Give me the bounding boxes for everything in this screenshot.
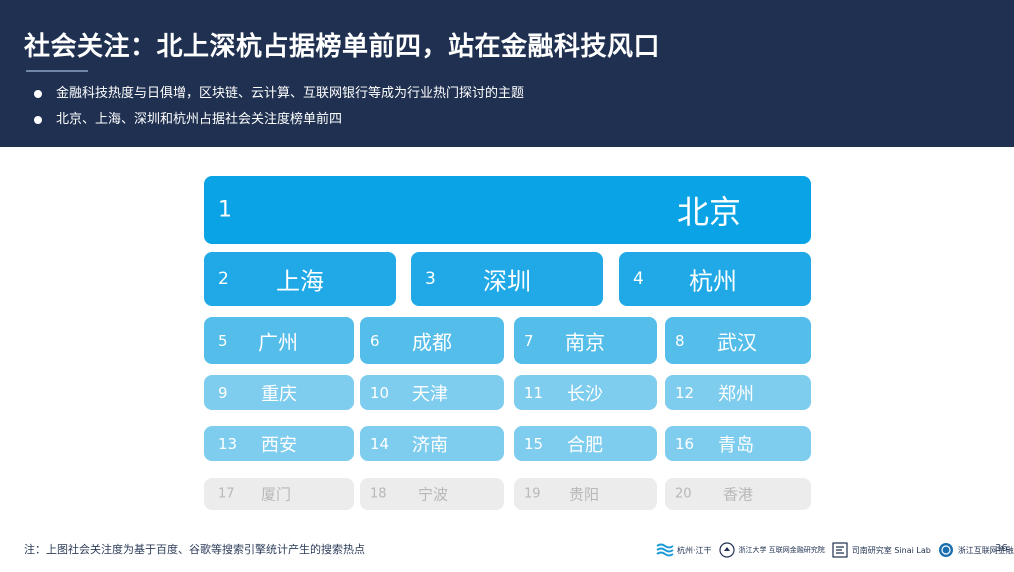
footer-logos: 杭州·江干 浙江大学 互联网金融研究院 司南研究室 Sinai Lab 浙江互联… <box>656 538 1014 562</box>
rank-tile-17: 17 厦门 <box>204 478 354 510</box>
rank-number: 3 <box>425 269 436 289</box>
rank-tile-6: 6 成都 <box>360 317 504 364</box>
footnote: 注：上图社会关注度为基于百度、谷歌等搜索引擎统计产生的搜索热点 <box>24 543 365 556</box>
zhejiang-university-logo-icon <box>718 542 735 558</box>
logo-zhejiang-university: 浙江大学 互联网金融研究院 <box>718 542 825 558</box>
rank-city: 宁波 <box>418 485 449 504</box>
rank-number: 6 <box>370 331 380 350</box>
rank-number: 7 <box>524 331 534 350</box>
rank-city: 上海 <box>276 267 324 296</box>
rank-number: 1 <box>218 197 232 223</box>
rank-city: 深圳 <box>483 267 531 296</box>
rank-city: 西安 <box>261 434 297 456</box>
logo-text: 杭州·江干 <box>677 545 712 555</box>
rank-city: 合肥 <box>567 434 603 456</box>
rank-tile-13: 13 西安 <box>204 426 354 461</box>
rank-tile-7: 7 南京 <box>514 317 657 364</box>
rank-tile-11: 11 长沙 <box>514 375 657 410</box>
rank-city: 杭州 <box>689 267 737 296</box>
rank-number: 16 <box>675 434 695 453</box>
rank-tile-19: 19 贵阳 <box>514 478 657 510</box>
rank-city: 广州 <box>258 330 298 354</box>
rank-number: 13 <box>218 434 238 453</box>
sinai-lab-logo-icon <box>832 542 848 558</box>
zhejiang-internet-finance-association-logo-icon <box>938 543 953 557</box>
rank-number: 14 <box>370 434 390 453</box>
rank-city: 郑州 <box>718 383 754 405</box>
rank-city: 长沙 <box>567 383 603 405</box>
rank-tile-8: 8 武汉 <box>665 317 811 364</box>
rank-number: 9 <box>218 383 228 402</box>
rank-number: 4 <box>633 269 644 289</box>
rank-tile-18: 18 宁波 <box>360 478 504 510</box>
rank-city: 贵阳 <box>569 485 600 504</box>
ranking-board: 1 北京 2 上海 3 深圳 4 杭州 5 广州 6 成都 7 南京 8 武汉 … <box>0 0 1014 572</box>
rank-number: 17 <box>218 486 235 502</box>
rank-city: 武汉 <box>717 330 757 354</box>
rank-tile-3: 3 深圳 <box>411 252 603 306</box>
rank-tile-4: 4 杭州 <box>619 252 811 306</box>
logo-sinai-lab: 司南研究室 Sinai Lab <box>831 542 931 558</box>
rank-city: 北京 <box>677 193 742 231</box>
rank-tile-9: 9 重庆 <box>204 375 354 410</box>
rank-city: 厦门 <box>261 485 292 504</box>
logo-hangzhou-jianggan: 杭州·江干 <box>656 542 712 558</box>
hangzhou-jianggan-logo-icon <box>656 543 674 557</box>
rank-number: 5 <box>218 331 228 350</box>
rank-number: 20 <box>675 486 692 502</box>
rank-city: 青岛 <box>718 434 754 456</box>
rank-city: 天津 <box>412 383 448 405</box>
rank-city: 成都 <box>412 330 452 354</box>
rank-tile-16: 16 青岛 <box>665 426 811 461</box>
logo-text: 司南研究室 Sinai Lab <box>851 545 931 555</box>
rank-tile-5: 5 广州 <box>204 317 354 364</box>
rank-tile-14: 14 济南 <box>360 426 504 461</box>
rank-tile-2: 2 上海 <box>204 252 396 306</box>
rank-city: 重庆 <box>261 383 297 405</box>
rank-number: 2 <box>218 269 229 289</box>
logo-text: 浙江大学 互联网金融研究院 <box>738 546 825 554</box>
page-number: 36 <box>995 543 1008 554</box>
rank-number: 12 <box>675 383 695 402</box>
rank-city: 济南 <box>412 434 448 456</box>
rank-number: 8 <box>675 331 685 350</box>
rank-city: 南京 <box>565 330 605 354</box>
rank-tile-10: 10 天津 <box>360 375 504 410</box>
rank-number: 19 <box>524 486 541 502</box>
rank-tile-20: 20 香港 <box>665 478 811 510</box>
rank-city: 香港 <box>723 485 754 504</box>
rank-number: 10 <box>370 383 390 402</box>
rank-number: 18 <box>370 486 387 502</box>
rank-number: 15 <box>524 434 544 453</box>
rank-tile-15: 15 合肥 <box>514 426 657 461</box>
rank-tile-12: 12 郑州 <box>665 375 811 410</box>
rank-tile-1: 1 北京 <box>204 176 811 244</box>
rank-number: 11 <box>524 383 544 402</box>
